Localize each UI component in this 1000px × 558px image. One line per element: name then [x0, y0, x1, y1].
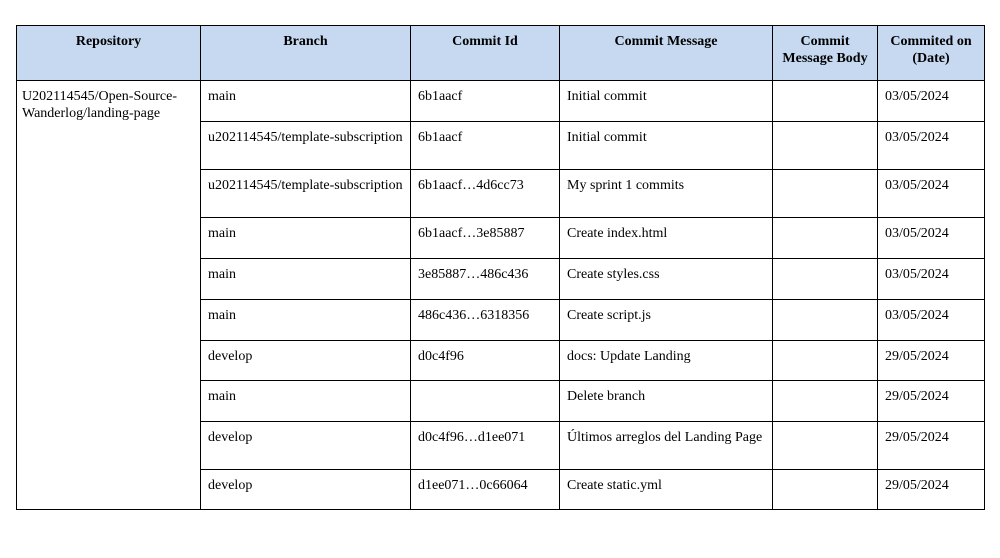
date-cell: 03/05/2024	[877, 169, 985, 218]
date-cell: 29/05/2024	[877, 421, 985, 470]
commit-message-cell: Initial commit	[559, 121, 773, 170]
commit-message-cell: Últimos arreglos del Landing Page	[559, 421, 773, 470]
commit-id-cell	[410, 380, 560, 422]
commit-message-cell: Create styles.css	[559, 258, 773, 300]
date-cell: 29/05/2024	[877, 469, 985, 510]
commit-body-cell	[772, 469, 878, 510]
date-cell: 03/05/2024	[877, 299, 985, 341]
commit-message-cell: Initial commit	[559, 80, 773, 122]
date-cell: 03/05/2024	[877, 258, 985, 300]
branch-cell: develop	[200, 340, 411, 381]
table-header-row: Repository Branch Commit Id Commit Messa…	[16, 25, 985, 81]
commit-message-cell: Delete branch	[559, 380, 773, 422]
commit-id-cell: 6b1aacf…4d6cc73	[410, 169, 560, 218]
commit-body-cell	[772, 421, 878, 470]
date-cell: 29/05/2024	[877, 340, 985, 381]
commit-id-cell: d0c4f96	[410, 340, 560, 381]
commit-body-cell	[772, 340, 878, 381]
branch-cell: main	[200, 258, 411, 300]
commit-id-cell: 486c436…6318356	[410, 299, 560, 341]
commit-body-cell	[772, 121, 878, 170]
commit-id-cell: d1ee071…0c66064	[410, 469, 560, 510]
date-cell: 03/05/2024	[877, 217, 985, 259]
commit-message-cell: docs: Update Landing	[559, 340, 773, 381]
date-cell: 03/05/2024	[877, 121, 985, 170]
commit-id-cell: 3e85887…486c436	[410, 258, 560, 300]
commit-body-cell	[772, 299, 878, 341]
commit-body-cell	[772, 217, 878, 259]
repository-cell: U202114545/Open-Source-Wanderlog/landing…	[16, 80, 201, 510]
commit-body-cell	[772, 380, 878, 422]
branch-cell: main	[200, 80, 411, 122]
branch-cell: u202114545/template-subscription	[200, 121, 411, 170]
branch-cell: develop	[200, 469, 411, 510]
header-branch: Branch	[200, 25, 411, 81]
table-row: U202114545/Open-Source-Wanderlog/landing…	[16, 80, 985, 510]
commit-id-cell: d0c4f96…d1ee071	[410, 421, 560, 470]
branch-cell: main	[200, 299, 411, 341]
commit-body-cell	[772, 258, 878, 300]
date-cell: 29/05/2024	[877, 380, 985, 422]
header-repository: Repository	[16, 25, 201, 81]
commit-id-cell: 6b1aacf	[410, 121, 560, 170]
commits-table: Repository Branch Commit Id Commit Messa…	[16, 25, 985, 510]
commit-body-cell	[772, 80, 878, 122]
commit-body-cell	[772, 169, 878, 218]
commit-message-cell: Create static.yml	[559, 469, 773, 510]
branch-cell: main	[200, 217, 411, 259]
commit-message-cell: Create index.html	[559, 217, 773, 259]
header-commited-on: Commited on (Date)	[877, 25, 985, 81]
date-cell: 03/05/2024	[877, 80, 985, 122]
branch-cell: main	[200, 380, 411, 422]
header-commit-id: Commit Id	[410, 25, 560, 81]
commit-id-cell: 6b1aacf	[410, 80, 560, 122]
commit-id-cell: 6b1aacf…3e85887	[410, 217, 560, 259]
header-commit-message-body: Commit Message Body	[772, 25, 878, 81]
header-commit-message: Commit Message	[559, 25, 773, 81]
commit-message-cell: My sprint 1 commits	[559, 169, 773, 218]
branch-cell: develop	[200, 421, 411, 470]
branch-cell: u202114545/template-subscription	[200, 169, 411, 218]
commit-message-cell: Create script.js	[559, 299, 773, 341]
